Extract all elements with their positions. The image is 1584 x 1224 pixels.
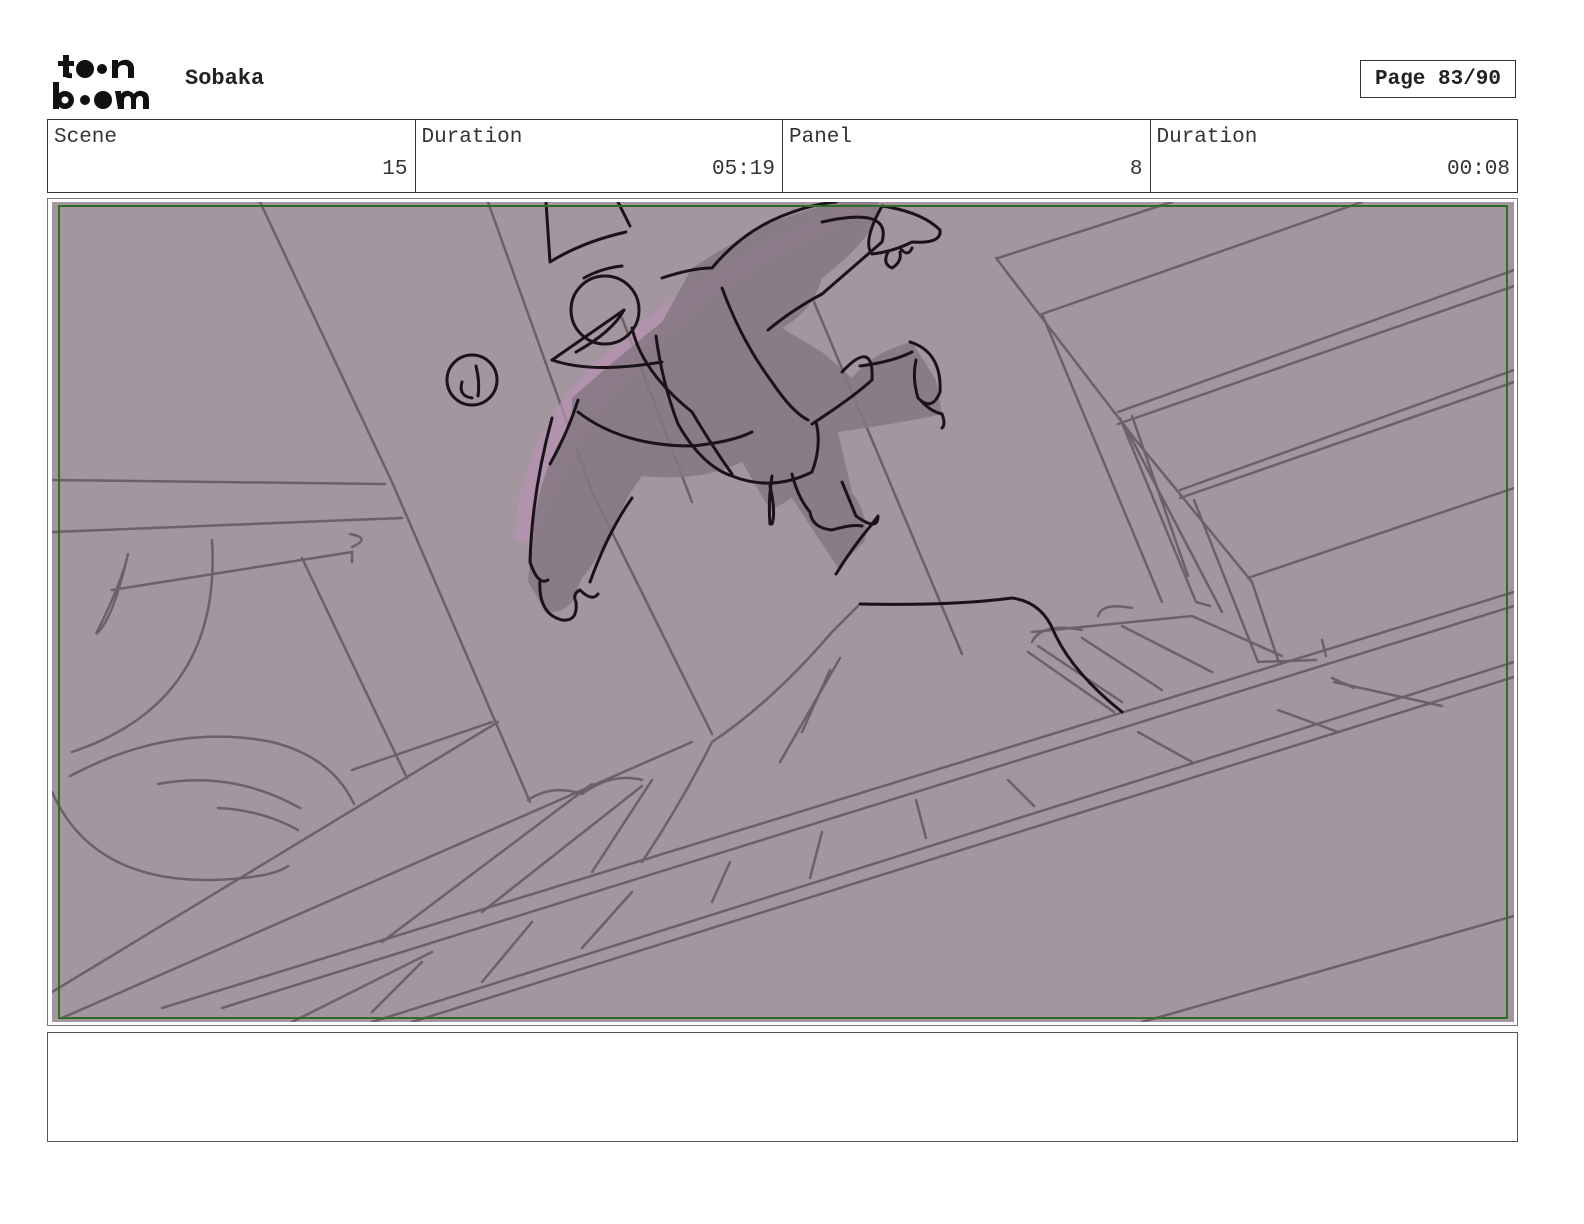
scene-label: Scene [54,126,118,149]
panel-info-table: Scene 15 Duration 05:19 Panel 8 Duration… [47,119,1518,193]
page-label: Page 83/90 [1374,67,1502,91]
scene-cell: Scene 15 [48,120,416,192]
scene-duration-value: 05:19 [711,158,775,181]
scene-duration-label: Duration [421,126,523,149]
panel-cell: Panel 8 [783,120,1151,192]
panel-duration-value: 00:08 [1446,158,1510,181]
project-title: Sobaka [185,66,265,91]
panel-label: Panel [789,126,853,149]
panel-duration-cell: Duration 00:08 [1151,120,1518,192]
scene-duration-cell: Duration 05:19 [416,120,783,192]
page-indicator: Page 83/90 [1360,60,1516,98]
panel-notes [47,1032,1518,1142]
scene-value: 15 [382,158,408,181]
storyboard-panel-image [52,202,1514,1022]
panel-value: 8 [1129,158,1143,181]
toonboom-logo [53,55,149,109]
panel-duration-label: Duration [1156,126,1258,149]
